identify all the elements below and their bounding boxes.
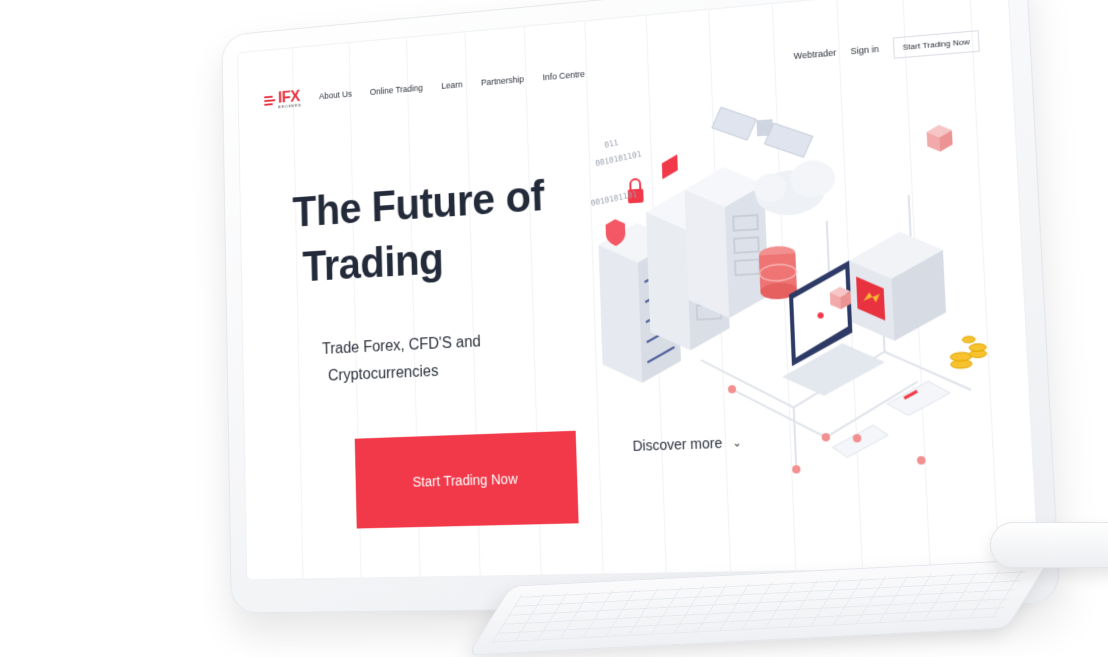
nav-link-online-trading[interactable]: Online Trading [370,83,423,97]
database-icon [759,245,798,301]
binary-text-3: 011 [604,138,620,150]
webtrader-link[interactable]: Webtrader [793,47,836,61]
cloud-icon [753,159,836,218]
binary-text-2: 0010101101 [590,189,638,208]
brand-logo[interactable]: IFX BROKERS [263,86,302,110]
coins-icon [949,336,987,369]
device-mockup-scene: IFX BROKERS About Us Online Trading Lear… [0,0,1108,657]
nav-link-about-us[interactable]: About Us [319,89,352,101]
monitor-frame: IFX BROKERS About Us Online Trading Lear… [221,0,1061,614]
logo-speed-lines-icon [263,95,276,106]
start-trading-button[interactable]: Start Trading Now [354,430,579,529]
website-screen: IFX BROKERS About Us Online Trading Lear… [237,0,1039,581]
document-card-icon [886,380,951,416]
binary-text-1: 0010101101 [595,149,643,168]
isometric-trading-illustration: 0010101101 0010101101 011 [590,66,998,474]
trading-terminal-icon [847,229,948,343]
folder-icon [661,154,679,180]
nav-start-trading-button[interactable]: Start Trading Now [892,29,980,59]
satellite-icon [711,100,814,164]
nav-link-info-centre[interactable]: Info Centre [542,69,585,82]
nav-link-partnership[interactable]: Partnership [481,74,524,87]
sign-in-link[interactable]: Sign in [850,44,879,57]
nav-link-learn[interactable]: Learn [441,79,462,90]
hero-title: The Future of Trading [292,168,546,296]
hero-subtitle: Trade Forex, CFD'S and Cryptocurrencies [322,326,526,390]
mouse [990,522,1108,568]
